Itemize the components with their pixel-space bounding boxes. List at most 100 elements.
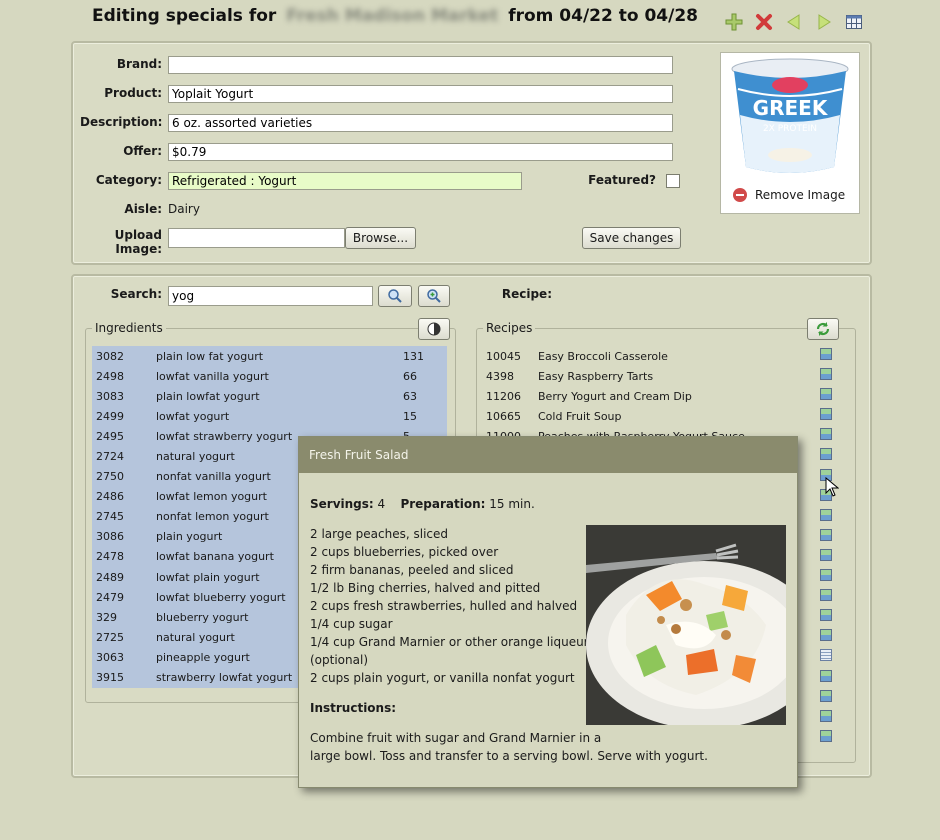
upload-image-label: Upload Image: [114,228,162,256]
upload-path-input[interactable] [168,228,345,248]
recipes-list[interactable]: 10045 Easy Broccoli Casserole 4398 Easy Ras… [482,346,802,446]
search-input[interactable] [168,286,373,306]
search-add-icon [427,289,441,303]
search-button[interactable] [378,285,412,307]
recipes-legend: Recipes [483,321,536,335]
brand-input[interactable] [168,56,673,74]
servings-value: 4 [377,497,386,511]
offer-input[interactable] [168,143,673,161]
refresh-icon [816,322,830,336]
recipe-row[interactable]: 4398 Easy Raspberry Tarts [482,366,802,386]
ingredient-id: 2725 [96,630,124,644]
recipe-image-icon[interactable] [820,548,832,561]
title-suffix: from 04/22 to 04/28 [508,6,698,26]
recipe-row[interactable]: 10045 Easy Broccoli Casserole [482,346,802,366]
ingredient-name: lowfat vanilla yogurt [156,369,269,383]
prep-value: 15 min. [489,497,535,511]
ingredient-id: 2499 [96,409,124,423]
recipe-image-icon[interactable] [820,609,832,622]
ingredient-row[interactable]: 2499 lowfat yogurt 15 [92,406,447,427]
ingredient-row[interactable]: 3082 plain low fat yogurt 131 [92,346,447,367]
recipe-id: 4398 [486,369,514,383]
ingredient-id: 2498 [96,369,124,383]
aisle-label: Aisle: [124,202,162,216]
recipe-row[interactable]: 11206 Berry Yogurt and Cream Dip [482,386,802,406]
recipe-popup: Fresh Fruit Salad Servings: 4 Preparatio… [298,436,798,788]
recipe-image-icon[interactable] [820,408,832,421]
ingredient-id: 2486 [96,490,124,504]
ingredient-id: 3086 [96,530,124,544]
ingredient-id: 2750 [96,470,124,484]
ingredient-row[interactable]: 3083 plain lowfat yogurt 63 [92,386,447,407]
delete-icon[interactable] [754,12,774,32]
grid-icon[interactable] [844,12,864,32]
prev-arrow-icon[interactable] [784,12,804,32]
add-icon[interactable] [724,12,744,32]
description-input[interactable] [168,114,673,132]
recipe-image-icon[interactable] [820,508,832,521]
title-prefix: Editing specials for [92,6,277,26]
ingredient-id: 3082 [96,349,124,363]
recipe-image-icon[interactable] [820,428,832,441]
ingredients-legend: Ingredients [92,321,166,335]
recipe-image-icon[interactable] [820,448,832,461]
recipe-image-icon[interactable] [820,669,832,682]
search-label: Search: [110,287,162,301]
instructions-heading: Instructions: [310,701,397,715]
product-label: Product: [104,86,162,100]
store-name: Fresh Madison Market [286,6,499,26]
ingredient-count: 66 [403,369,417,383]
recipe-image-icon[interactable] [820,589,832,602]
prep-label: Preparation: [400,497,486,511]
recipe-image-icon[interactable] [820,569,832,582]
category-input[interactable] [168,172,522,190]
browse-button[interactable]: Browse... [345,227,416,249]
remove-image-label: Remove Image [755,188,846,202]
recipe-icons-column [820,348,834,750]
instructions-line-1: Combine fruit with sugar and Grand Marni… [310,731,602,745]
recipe-image-icon[interactable] [820,368,832,381]
recipe-image-icon[interactable] [820,388,832,401]
add-search-button[interactable] [418,285,450,307]
yogurt-product-image: GREEK 2X PROTEIN [731,58,849,173]
ingredient-count: 63 [403,389,417,403]
ingredient-id: 329 [96,610,117,624]
recipe-image-icon[interactable] [820,348,832,360]
recipe-image-icon[interactable] [820,689,832,702]
description-label: Description: [80,115,163,129]
featured-label: Featured? [588,173,656,187]
svg-text:2X PROTEIN: 2X PROTEIN [763,124,817,134]
recipe-row[interactable]: 10665 Cold Fruit Soup [482,406,802,426]
featured-checkbox[interactable] [666,174,680,188]
product-input[interactable] [168,85,673,103]
ingredient-name: plain low fat yogurt [156,349,264,363]
ingredient-count: 131 [403,349,424,363]
ingredient-row[interactable]: 2498 lowfat vanilla yogurt 66 [92,366,447,387]
ingredient-id: 2479 [96,590,124,604]
page-title: Editing specials for Fresh Madison Marke… [0,6,790,26]
toolbar [724,12,864,32]
search-icon [388,289,402,303]
refresh-recipes-button[interactable] [807,318,839,340]
recipe-image-icon[interactable] [820,729,832,742]
recipe-id: 11206 [486,389,521,403]
ingredient-id: 3915 [96,671,124,685]
ingredient-id: 2495 [96,429,124,443]
ingredient-name: plain lowfat yogurt [156,389,260,403]
recipe-image-icon[interactable] [820,528,832,541]
remove-icon [733,188,747,202]
aisle-value: Dairy [168,202,200,216]
recipe-list-icon[interactable] [820,649,832,662]
recipe-label: Recipe: [501,287,552,301]
ingredients-toggle-button[interactable] [418,318,450,340]
next-arrow-icon[interactable] [814,12,834,32]
recipe-photo [586,525,786,725]
recipe-image-icon[interactable] [820,629,832,642]
recipe-image-icon[interactable] [820,709,832,722]
save-changes-button[interactable]: Save changes [582,227,681,249]
popup-title: Fresh Fruit Salad [299,437,797,473]
recipe-id: 10665 [486,409,521,423]
recipe-name: Easy Raspberry Tarts [538,369,654,383]
remove-image-button[interactable]: Remove Image [733,188,845,202]
ingredient-id: 2724 [96,450,124,464]
